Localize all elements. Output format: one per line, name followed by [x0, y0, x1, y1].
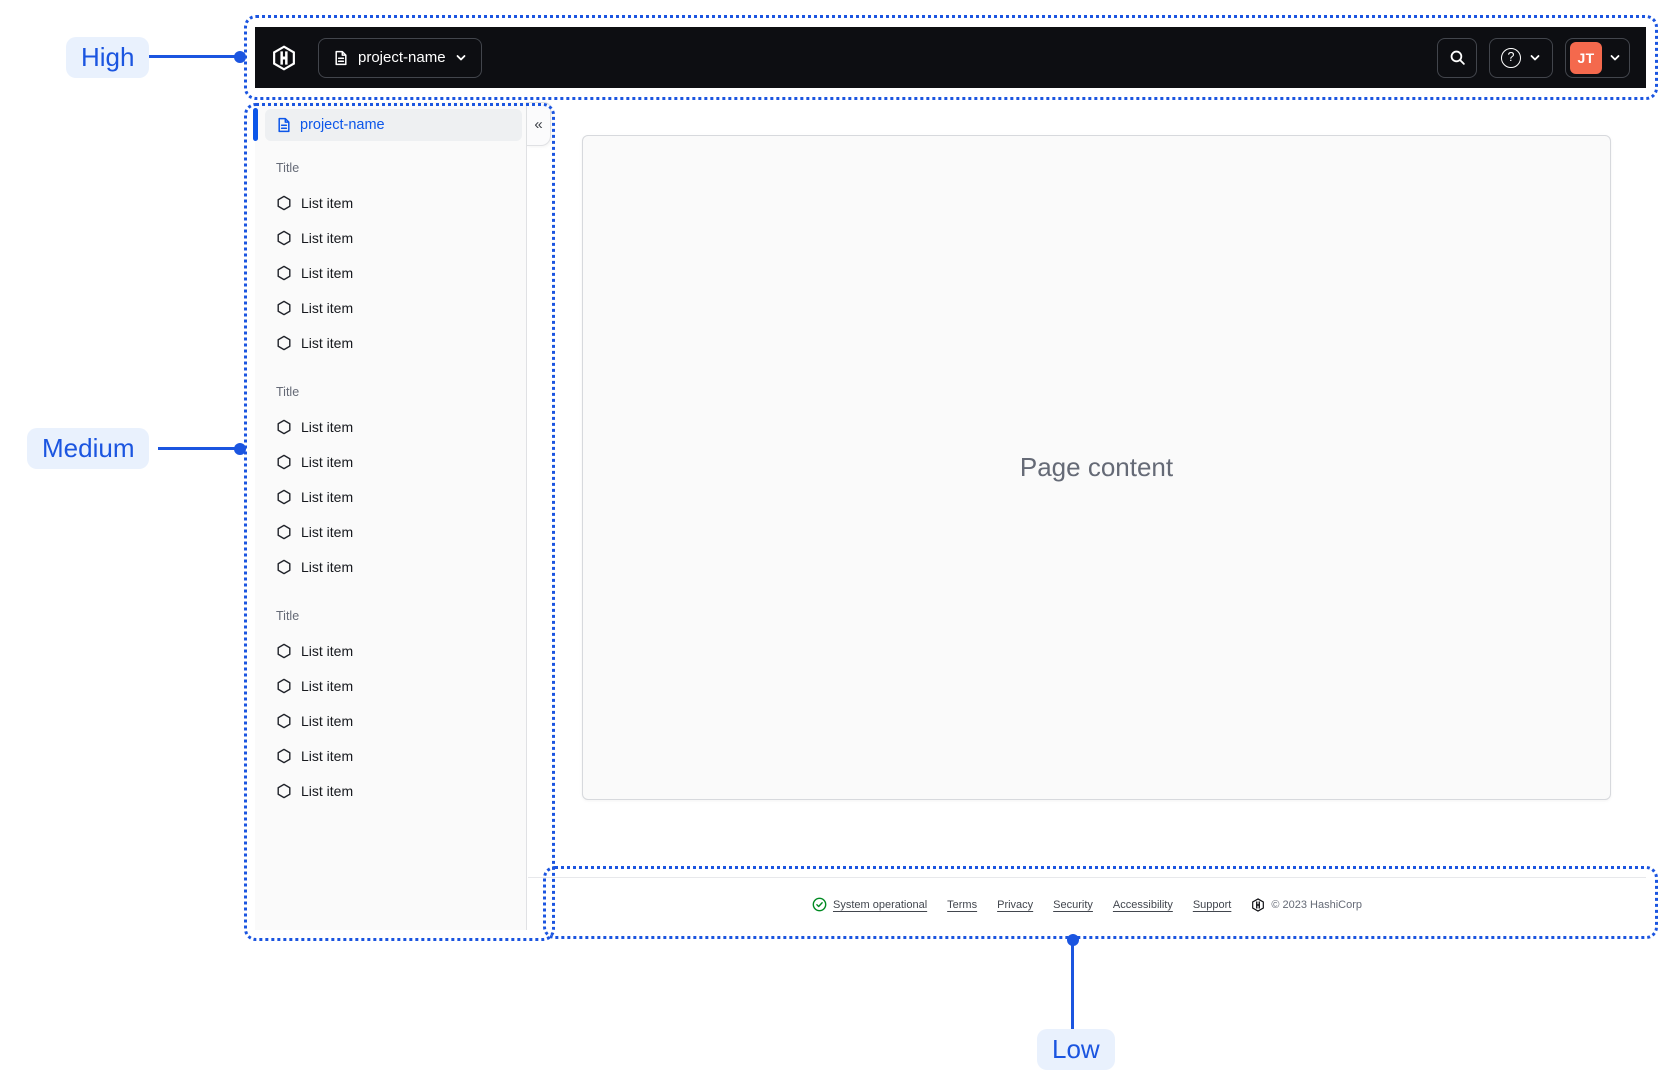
sidebar-list-item[interactable]: List item — [255, 255, 526, 290]
collapse-icon: « — [534, 115, 543, 133]
project-switcher-button[interactable]: project-name — [318, 37, 482, 78]
hashicorp-logo-icon — [271, 44, 297, 71]
footer-link-privacy[interactable]: Privacy — [997, 899, 1033, 911]
list-item-label: List item — [301, 712, 354, 729]
footer-copyright: © 2023 HashiCorp — [1251, 897, 1363, 912]
hexagon-icon — [276, 454, 292, 470]
hexagon-icon — [276, 748, 292, 764]
footer-link-accessibility[interactable]: Accessibility — [1113, 899, 1173, 911]
list-item-label: List item — [301, 523, 354, 540]
top-navigation-bar: project-name ? JT — [255, 27, 1646, 88]
sidebar-project-item[interactable]: project-name — [265, 109, 522, 141]
sidebar-list-item[interactable]: List item — [255, 220, 526, 255]
sidebar-section-title: Title — [276, 385, 300, 399]
connector-line-medium — [158, 447, 238, 450]
sidebar-list-item[interactable]: List item — [255, 633, 526, 668]
hexagon-icon — [276, 195, 292, 211]
list-item-label: List item — [301, 453, 354, 470]
file-text-icon — [276, 117, 292, 133]
check-circle-icon — [812, 897, 827, 912]
list-item-label: List item — [301, 194, 354, 211]
hexagon-icon — [276, 678, 292, 694]
list-item-label: List item — [301, 229, 354, 246]
file-text-icon — [333, 50, 349, 66]
sidebar-list-item[interactable]: List item — [255, 444, 526, 479]
sidebar-section-title: Title — [276, 161, 300, 175]
page-content-placeholder: Page content — [582, 135, 1611, 800]
sidebar-sections: Title List item List item List item List ite… — [255, 141, 526, 808]
hexagon-icon — [276, 783, 292, 799]
hexagon-icon — [276, 300, 292, 316]
footer-link-terms[interactable]: Terms — [947, 899, 977, 911]
sidebar-list-item[interactable]: List item — [255, 185, 526, 220]
search-icon — [1449, 49, 1466, 66]
chevron-down-icon — [1529, 52, 1541, 64]
page-content-label: Page content — [1019, 452, 1174, 482]
list-item-label: List item — [301, 418, 354, 435]
chevron-down-icon — [1609, 52, 1621, 64]
sidebar-list-item[interactable]: List item — [255, 409, 526, 444]
connector-dot-high — [234, 51, 246, 63]
copyright-text: © 2023 HashiCorp — [1271, 898, 1363, 911]
label-medium-density: Medium — [27, 428, 150, 469]
chevron-down-icon — [455, 52, 467, 64]
list-item-label: List item — [301, 264, 354, 281]
sidebar: project-name Title List item List item List… — [253, 102, 551, 930]
sidebar-project-label: project-name — [300, 117, 385, 133]
project-switcher-label: project-name — [358, 49, 446, 66]
connector-dot-medium — [234, 443, 246, 455]
list-item-label: List item — [301, 558, 354, 575]
hexagon-icon — [276, 230, 292, 246]
hexagon-icon — [276, 419, 292, 435]
sidebar-list-item[interactable]: List item — [255, 479, 526, 514]
list-item-label: List item — [301, 488, 354, 505]
hashicorp-logo-icon — [1251, 897, 1265, 912]
hexagon-icon — [276, 713, 292, 729]
hexagon-icon — [276, 265, 292, 281]
topnav-actions: ? JT — [1437, 37, 1630, 78]
hexagon-icon — [276, 524, 292, 540]
list-item-label: List item — [301, 642, 354, 659]
sidebar-list-item[interactable]: List item — [255, 514, 526, 549]
sidebar-list-item[interactable]: List item — [255, 290, 526, 325]
hexagon-icon — [276, 643, 292, 659]
list-item-label: List item — [301, 299, 354, 316]
connector-dot-low — [1067, 934, 1079, 946]
system-status-label: System operational — [832, 898, 928, 911]
label-low-density: Low — [1037, 1029, 1115, 1070]
user-avatar: JT — [1570, 41, 1602, 74]
label-high-density: High — [66, 37, 150, 78]
sidebar-list-item[interactable]: List item — [255, 738, 526, 773]
footer-link-security[interactable]: Security — [1053, 899, 1093, 911]
connector-line-high — [144, 55, 238, 58]
sidebar-list-item[interactable]: List item — [255, 325, 526, 360]
active-item-indicator — [253, 108, 258, 141]
list-item-label: List item — [301, 782, 354, 799]
sidebar-section-title: Title — [276, 609, 300, 623]
footer-link-support[interactable]: Support — [1193, 899, 1232, 911]
list-item-label: List item — [301, 677, 354, 694]
sidebar-list-item[interactable]: List item — [255, 703, 526, 738]
hexagon-icon — [276, 559, 292, 575]
annotated-screenshot: project-name ? JT project-name Title Lis… — [0, 0, 1672, 1078]
help-icon: ? — [1501, 47, 1521, 68]
hexagon-icon — [276, 489, 292, 505]
help-menu-button[interactable]: ? — [1489, 37, 1553, 78]
search-button[interactable] — [1437, 37, 1477, 78]
sidebar-list-item[interactable]: List item — [255, 773, 526, 808]
hexagon-icon — [276, 335, 292, 351]
system-status-link[interactable]: System operational — [812, 897, 927, 912]
app-footer: System operational Terms Privacy Security A… — [528, 878, 1646, 931]
user-menu-button[interactable]: JT — [1565, 37, 1630, 78]
sidebar-list-item[interactable]: List item — [255, 668, 526, 703]
sidebar-collapse-button[interactable]: « — [527, 102, 551, 146]
sidebar-list-item[interactable]: List item — [255, 549, 526, 584]
connector-line-low — [1071, 940, 1074, 1029]
list-item-label: List item — [301, 747, 354, 764]
list-item-label: List item — [301, 334, 354, 351]
